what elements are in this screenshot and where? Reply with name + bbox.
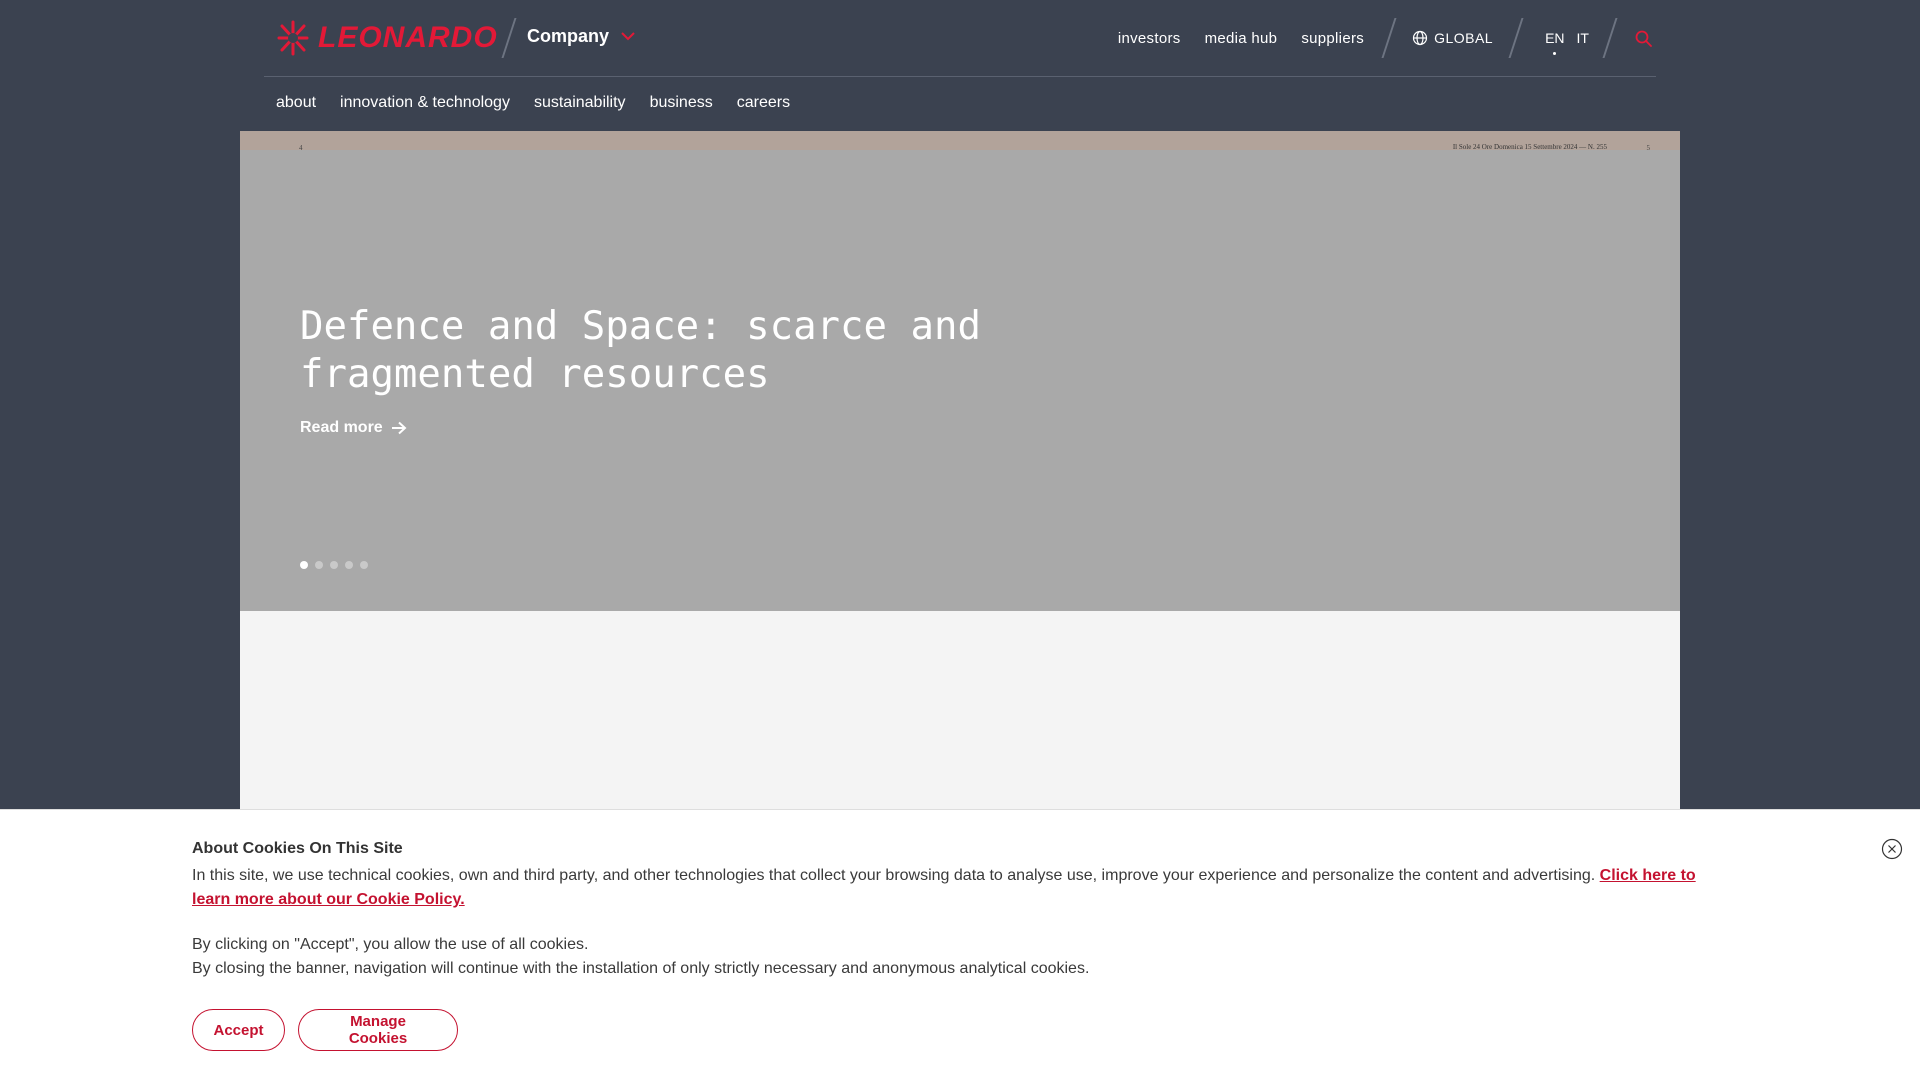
carousel-dot[interactable] xyxy=(300,561,308,569)
carousel-dots xyxy=(300,561,375,569)
logo-wordmark: LEONARDO xyxy=(318,21,498,54)
newspaper-page-right: 5 xyxy=(1646,144,1651,152)
nav-item-business[interactable]: business xyxy=(650,94,713,112)
divider xyxy=(1381,18,1397,58)
cookie-banner-text: In this site, we use technical cookies, … xyxy=(192,864,1712,912)
carousel-dot[interactable] xyxy=(345,561,353,569)
leonardo-logo[interactable]: LEONARDO xyxy=(276,16,498,60)
utility-link-suppliers[interactable]: suppliers xyxy=(1301,30,1364,47)
company-label: Company xyxy=(527,26,610,46)
nav-item-sustainability[interactable]: sustainability xyxy=(534,94,626,112)
cookie-accept-note: By clicking on "Accept", you allow the u… xyxy=(192,936,589,953)
carousel-dot[interactable] xyxy=(315,561,323,569)
utility-link-media-hub[interactable]: media hub xyxy=(1205,30,1278,47)
search-icon xyxy=(1635,30,1652,47)
main-nav: about innovation & technology sustainabi… xyxy=(264,76,802,130)
content-panel xyxy=(240,611,1680,811)
language-en[interactable]: EN xyxy=(1545,30,1565,55)
divider xyxy=(1508,18,1524,58)
region-selector[interactable]: GLOBAL xyxy=(1412,30,1493,46)
chevron-down-icon xyxy=(621,32,635,41)
utility-link-investors[interactable]: investors xyxy=(1118,30,1181,47)
region-label: GLOBAL xyxy=(1434,30,1494,46)
globe-icon xyxy=(1412,30,1428,46)
divider xyxy=(501,18,517,58)
close-banner-button[interactable] xyxy=(1881,838,1903,860)
carousel-dot[interactable] xyxy=(360,561,368,569)
nav-item-innovation-technology[interactable]: innovation & technology xyxy=(340,94,510,112)
top-bar: LEONARDO Company investors media hub sup… xyxy=(264,0,1656,77)
search-button[interactable] xyxy=(1635,30,1652,47)
nav-item-careers[interactable]: careers xyxy=(737,94,790,112)
read-more-label: Read more xyxy=(300,419,383,436)
nav-item-about[interactable]: about xyxy=(276,94,316,112)
newspaper-masthead: Il Sole 24 Ore Domenica 15 Settembre 202… xyxy=(1452,143,1607,151)
manage-cookies-button[interactable]: Manage Cookies xyxy=(298,1009,458,1051)
cookie-banner-title: About Cookies On This Site xyxy=(192,840,403,857)
language-switcher: EN IT xyxy=(1539,30,1595,55)
carousel-dot[interactable] xyxy=(330,561,338,569)
utility-nav: investors media hub suppliers GLOBAL EN … xyxy=(1094,0,1656,76)
cookie-close-note: By closing the banner, navigation will c… xyxy=(192,960,1090,977)
arrow-right-icon xyxy=(391,421,407,435)
accept-button[interactable]: Accept xyxy=(192,1009,285,1051)
leonardo-sunburst-icon xyxy=(277,20,309,56)
language-it[interactable]: IT xyxy=(1577,30,1589,46)
close-icon xyxy=(1881,838,1903,860)
cookie-description: In this site, we use technical cookies, … xyxy=(192,867,1596,884)
newspaper-page-left: 4 xyxy=(299,144,303,152)
divider xyxy=(1602,18,1618,58)
read-more-link[interactable]: Read more xyxy=(300,419,407,437)
company-dropdown[interactable]: Company xyxy=(527,26,635,47)
newspaper-strip: 4 Il Sole 24 Ore Domenica 15 Settembre 2… xyxy=(240,131,1680,152)
cookie-banner: About Cookies On This Site In this site,… xyxy=(0,809,1920,1081)
hero-title: Defence and Space: scarce and fragmented… xyxy=(300,304,981,397)
hero-carousel: 4 Il Sole 24 Ore Domenica 15 Settembre 2… xyxy=(240,131,1680,611)
